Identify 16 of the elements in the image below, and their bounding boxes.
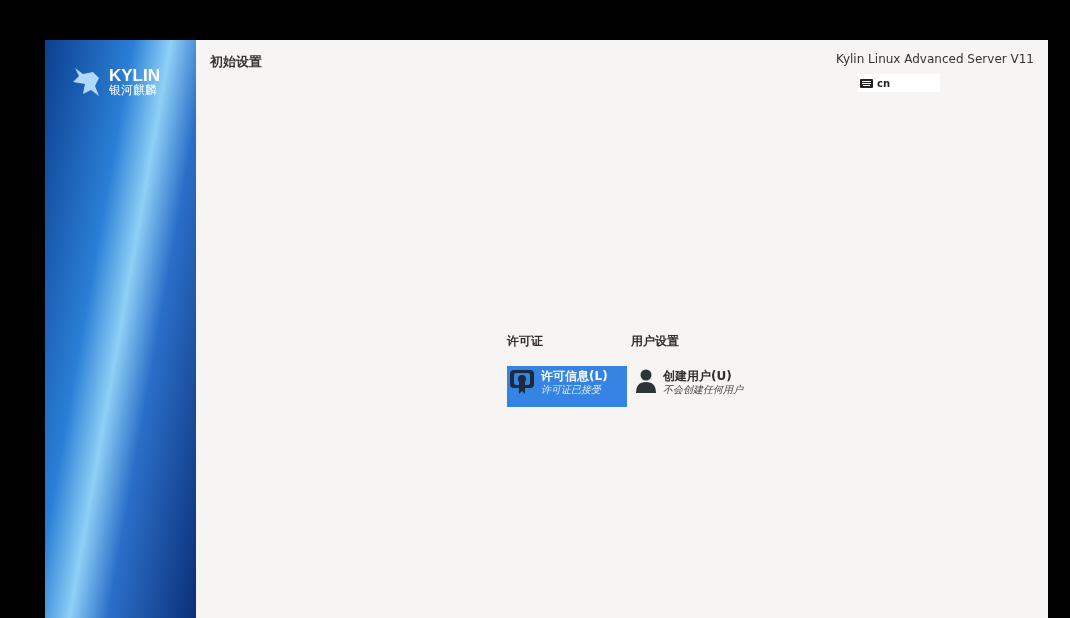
section-heading: 许可证 <box>507 333 543 350</box>
keyboard-icon <box>860 78 873 88</box>
spoke-status: 许可证已接受 <box>541 384 603 397</box>
spoke-status: 不会创建任何用户 <box>663 384 743 397</box>
certificate-icon <box>509 369 535 395</box>
spoke-title: 许可信息(L) <box>541 369 608 384</box>
spoke-title: 创建用户(U) <box>663 369 732 384</box>
spoke-button[interactable]: 许可信息(L) 许可证已接受 <box>507 366 627 407</box>
user-icon <box>635 369 657 393</box>
keyboard-layout-indicator[interactable]: cn <box>858 74 940 92</box>
logo-subtitle: 银河麒麟 <box>109 83 158 96</box>
section-heading: 用户设置 <box>631 333 679 350</box>
page-title: 初始设置 <box>210 53 262 71</box>
product-name: Kylin Linux Advanced Server V11 <box>835 51 1034 68</box>
spoke-button[interactable]: 创建用户(U) 不会创建任何用户 <box>631 366 761 407</box>
logo-wordmark: KYLIN <box>109 66 160 84</box>
